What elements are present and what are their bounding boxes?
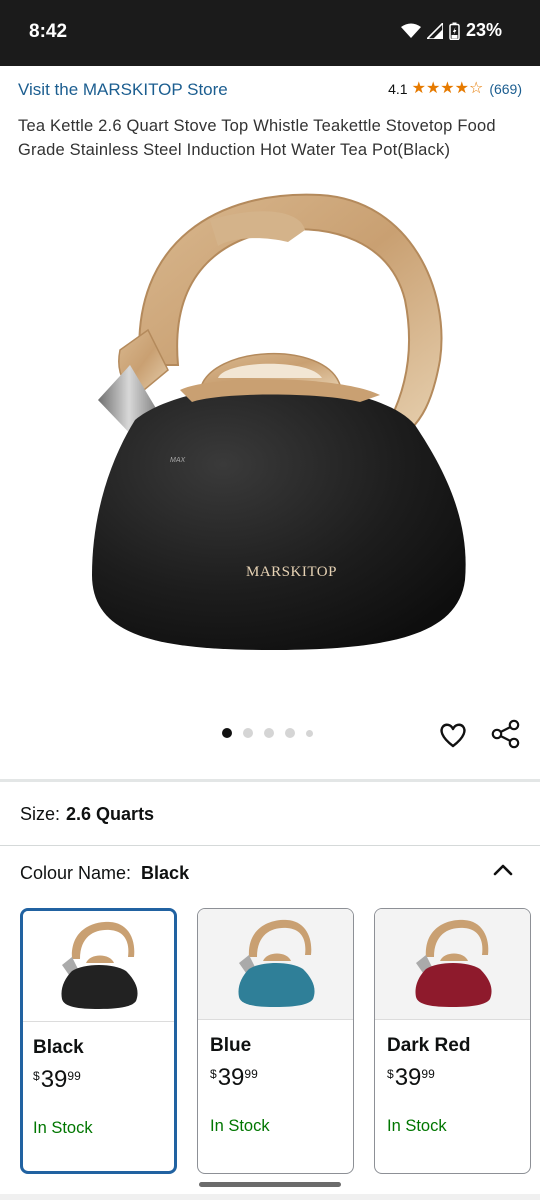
- kettle-thumbnail: [237, 919, 315, 1007]
- carousel-dot[interactable]: [243, 728, 253, 738]
- rating-count: (669): [489, 81, 522, 97]
- brand-mark: MARSKITOP: [246, 564, 337, 580]
- rating-summary[interactable]: 4.1 ★ ★ ★ ★ ☆ (669): [388, 81, 522, 98]
- star-full-icon: ★: [425, 80, 441, 97]
- colour-swatch-blue[interactable]: Blue $39 99 In Stock: [197, 908, 354, 1174]
- carousel-dot[interactable]: [264, 728, 274, 738]
- chevron-up-icon: [493, 864, 513, 876]
- wifi-icon: [400, 23, 421, 38]
- store-link[interactable]: Visit the MARSKITOP Store: [18, 80, 228, 100]
- collapse-button[interactable]: [490, 857, 516, 883]
- home-indicator[interactable]: [199, 1182, 341, 1187]
- colour-label: Colour Name:: [20, 863, 132, 883]
- swatch-stock-status: In Stock: [387, 1117, 447, 1135]
- kettle-illustration: MAX MARSKITOP: [92, 193, 466, 650]
- carousel-dot[interactable]: [222, 728, 232, 738]
- share-button[interactable]: [490, 718, 522, 750]
- kettle-thumbnail: [60, 921, 138, 1009]
- star-full-icon: ★: [440, 80, 455, 97]
- battery-percent: 23%: [465, 20, 502, 40]
- section-divider: [0, 779, 540, 782]
- status-time: 8:42: [29, 21, 68, 42]
- colour-swatch-black[interactable]: Black $39 99 In Stock: [20, 908, 177, 1174]
- carousel-dot[interactable]: [306, 729, 313, 737]
- heart-icon: [440, 723, 466, 748]
- swatch-name: Black: [33, 1037, 84, 1058]
- star-full-icon: ★: [411, 80, 426, 97]
- max-mark: MAX: [170, 457, 186, 464]
- product-title: Tea Kettle 2.6 Quart Stove Top Whistle T…: [18, 117, 496, 159]
- status-bar: 8:42 23%: [0, 0, 540, 66]
- bottom-edge: [0, 1194, 540, 1200]
- image-carousel-dots: [222, 728, 313, 738]
- swatch-price: $39 99: [387, 1064, 435, 1091]
- star-full-icon: ★: [454, 80, 469, 97]
- swatch-image: [198, 909, 353, 1020]
- colour-value: Black: [141, 863, 190, 883]
- section-divider: [0, 845, 540, 846]
- colour-swatch-dark-red[interactable]: Dark Red $39 99 In Stock: [374, 908, 531, 1174]
- size-label: Size:: [20, 804, 61, 824]
- swatch-name: Blue: [210, 1035, 252, 1056]
- signal-icon: [426, 22, 443, 39]
- size-selector[interactable]: Size: 2.6 Quarts: [20, 804, 154, 825]
- swatch-image: [375, 909, 530, 1020]
- swatch-price: $39 99: [33, 1066, 81, 1093]
- star-empty-icon: ☆: [468, 80, 484, 97]
- swatch-stock-status: In Stock: [210, 1117, 270, 1135]
- swatch-stock-status: In Stock: [33, 1119, 93, 1137]
- share-icon: [491, 719, 520, 749]
- rating-value: 4.1: [388, 81, 408, 97]
- carousel-dot[interactable]: [285, 728, 295, 738]
- colour-selector-header[interactable]: Colour Name: Black: [20, 863, 189, 884]
- swatch-name: Dark Red: [387, 1035, 471, 1056]
- swatch-image: [23, 911, 174, 1022]
- kettle-thumbnail: [414, 919, 492, 1007]
- product-image[interactable]: MAX MARSKITOP: [60, 180, 480, 680]
- swatch-price: $39 99: [210, 1064, 258, 1091]
- size-value: 2.6 Quarts: [66, 804, 155, 824]
- rating-stars: ★ ★ ★ ★ ☆: [412, 81, 484, 97]
- battery-icon: [449, 22, 460, 40]
- wishlist-button[interactable]: [437, 719, 469, 751]
